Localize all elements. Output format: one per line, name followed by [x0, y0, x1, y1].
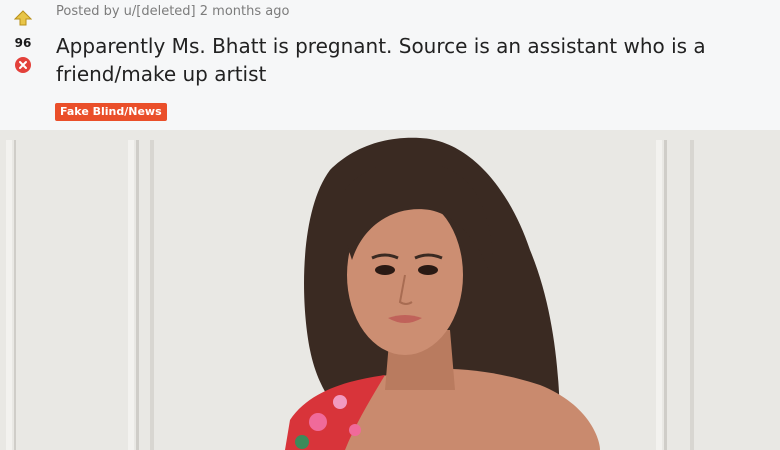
portrait-photo: [0, 130, 780, 450]
post-image[interactable]: [0, 130, 780, 450]
post-flair-badge[interactable]: Fake Blind/News: [55, 103, 167, 121]
downvote-icon[interactable]: [14, 56, 32, 74]
post-title[interactable]: Apparently Ms. Bhatt is pregnant. Source…: [56, 32, 771, 88]
post-header: 96 Posted by u/[deleted] 2 months ago Ap…: [0, 0, 780, 130]
upvote-arrow-icon[interactable]: [14, 10, 32, 26]
vote-score: 96: [14, 36, 32, 50]
post-meta[interactable]: Posted by u/[deleted] 2 months ago: [56, 4, 289, 19]
vote-column: 96: [8, 6, 38, 74]
